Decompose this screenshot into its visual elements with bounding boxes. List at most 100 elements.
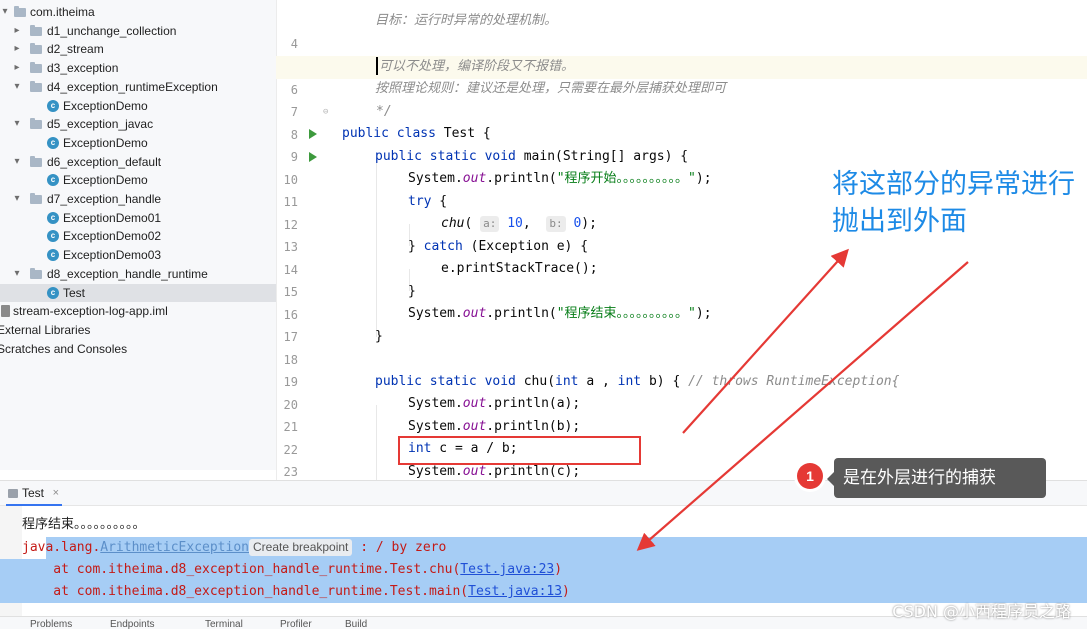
tree-item-label: d1_unchange_collection	[47, 23, 177, 38]
run-main-icon[interactable]	[309, 152, 317, 162]
chevron-right-icon[interactable]: ▸	[12, 59, 22, 78]
chevron-down-icon[interactable]: ▾	[12, 115, 22, 134]
tool-button-terminal[interactable]: Terminal	[205, 619, 243, 629]
parameter-hint: a:	[480, 216, 500, 232]
code-token: .println(c);	[486, 464, 581, 479]
print-a-statement: System.out.println(a);	[408, 393, 580, 416]
tree-item-class[interactable]: c ExceptionDemo03	[0, 246, 276, 265]
code-token: System.	[408, 419, 463, 434]
chevron-down-icon[interactable]: ▾	[12, 190, 22, 209]
package-icon	[30, 267, 42, 279]
chevron-right-icon[interactable]: ▸	[12, 40, 22, 59]
tree-item-iml-file[interactable]: stream-exception-log-app.iml	[0, 302, 276, 321]
tree-item-label: d2_stream	[47, 42, 104, 57]
closing-brace: }	[408, 284, 416, 299]
tree-item-class[interactable]: c ExceptionDemo	[0, 97, 276, 116]
code-token: out	[462, 419, 487, 434]
tree-item-com-itheima[interactable]: ▾ com.itheima	[0, 3, 276, 22]
fold-icon[interactable]: ⊖	[323, 101, 328, 124]
error-message: : / by zero	[352, 540, 447, 555]
code-editor[interactable]: 4 目标：运行时异常的处理机制。 5 6 可以不处理，编译阶段又不报错。 7 按…	[276, 0, 1087, 480]
code-token: out	[462, 306, 487, 321]
keyword: int	[617, 374, 642, 389]
code-line-20[interactable]: 20 public static void chu(int a , int b)…	[276, 371, 1087, 412]
comment-line-7: 按照理论规则：建议还是处理，只需要在最外层捕获处理即可	[375, 81, 727, 96]
tree-item-external-libraries[interactable]: External Libraries	[0, 321, 276, 340]
source-link[interactable]: Test.java:23	[460, 562, 554, 577]
code-line-17[interactable]: 17 System.out.println("程序结束。。。。。。。。。。");	[276, 303, 1087, 344]
chevron-down-icon[interactable]: ▾	[12, 153, 22, 172]
tool-button-problems[interactable]: Problems	[30, 619, 72, 629]
code-line-16[interactable]: 16 }	[276, 281, 1087, 322]
tree-item-label: d7_exception_handle	[47, 192, 162, 206]
tree-item-d4[interactable]: ▾ d4_exception_runtimeException	[0, 78, 276, 97]
error-text: java.lang.	[22, 540, 101, 555]
method-signature: main(String[] args) {	[515, 149, 689, 164]
tree-item-class[interactable]: c ExceptionDemo01	[0, 209, 276, 228]
tree-item-label: d8_exception_handle_runtime	[47, 266, 208, 281]
method-name: chu(	[515, 374, 556, 389]
stack-trace-line: at com.itheima.d8_exception_handle_runti…	[22, 581, 570, 603]
chevron-right-icon[interactable]: ▸	[12, 22, 22, 41]
tree-item-label: d3_exception	[47, 61, 119, 76]
tree-item-class[interactable]: c ExceptionDemo	[0, 134, 276, 153]
code-token: a ,	[578, 374, 618, 389]
class-declaration: public class Test {	[342, 123, 491, 146]
catch-statement: } catch (Exception e) {	[408, 236, 588, 259]
tooltip-pointer	[827, 472, 834, 486]
try-statement: try {	[408, 191, 447, 214]
run-class-icon[interactable]	[309, 129, 317, 139]
tab-run-test[interactable]: Test ×	[6, 481, 63, 506]
package-icon	[30, 43, 42, 55]
tool-button-build[interactable]: Build	[345, 619, 367, 629]
tree-item-d2[interactable]: ▸ d2_stream	[0, 40, 276, 59]
chu-call-statement: chu( a: 10, b: 0);	[441, 216, 597, 232]
code-line-9[interactable]: 9 public class Test {	[276, 123, 1087, 164]
tree-item-class[interactable]: c ExceptionDemo02	[0, 227, 276, 246]
tree-item-class[interactable]: c ExceptionDemo	[0, 171, 276, 190]
code-line-18[interactable]: 18 }	[276, 326, 1087, 367]
chevron-down-icon[interactable]: ▾	[12, 78, 22, 97]
keyword: public static void	[375, 149, 516, 164]
chevron-down-icon[interactable]: ▾	[12, 265, 22, 284]
code-line-19[interactable]: 19	[276, 348, 1087, 389]
print-start-statement: System.out.println("程序开始。。。。。。。。。。");	[408, 168, 712, 191]
highlight-box	[398, 436, 641, 465]
code-token: .println(b);	[486, 419, 581, 434]
tool-button-endpoints[interactable]: Endpoints	[110, 619, 154, 629]
code-line-4[interactable]: 4 目标：运行时异常的处理机制。	[276, 10, 1087, 51]
comment-line-6: 可以不处理，编译阶段又不报错。	[379, 59, 575, 74]
tool-button-profiler[interactable]: Profiler	[280, 619, 312, 629]
code-line-21[interactable]: 21 System.out.println(a);	[276, 393, 1087, 434]
exception-class-link[interactable]: ArithmeticException	[100, 540, 249, 555]
tree-item-d7[interactable]: ▾ d7_exception_handle	[0, 190, 276, 209]
code-line-15[interactable]: 15 e.printStackTrace();	[276, 258, 1087, 299]
create-breakpoint-button[interactable]: Create breakpoint	[249, 539, 353, 556]
tree-item-scratches[interactable]: Scratches and Consoles	[0, 340, 276, 359]
code-token: .println(	[486, 171, 557, 186]
number-literal: 10	[507, 216, 523, 231]
code-line-8[interactable]: 8 ⊖ */	[276, 101, 1087, 142]
print-end-statement: System.out.println("程序结束。。。。。。。。。。");	[408, 303, 712, 326]
tree-item-test-selected[interactable]: c Test	[0, 283, 276, 303]
java-class-icon: c	[47, 249, 59, 262]
code-line-5[interactable]: 5	[276, 33, 1087, 74]
chevron-down-icon[interactable]: ▾	[0, 3, 10, 22]
code-token: out	[462, 464, 487, 479]
tree-item-d6[interactable]: ▾ d6_exception_default	[0, 153, 276, 172]
code-line-7[interactable]: 7 按照理论规则：建议还是处理，只需要在最外层捕获处理即可	[276, 78, 1087, 119]
code-token: {	[431, 194, 448, 209]
tree-item-d8[interactable]: ▾ d8_exception_handle_runtime	[0, 265, 276, 284]
code-line-6[interactable]: 6 可以不处理，编译阶段又不报错。	[276, 56, 1087, 97]
run-console-icon	[8, 489, 18, 498]
tree-item-label: External Libraries	[0, 322, 91, 337]
tree-item-d1[interactable]: ▸ d1_unchange_collection	[0, 22, 276, 41]
tree-item-label: ExceptionDemo	[63, 135, 148, 150]
close-icon[interactable]: ×	[53, 481, 59, 506]
code-token: .println(	[486, 306, 557, 321]
tree-item-d3[interactable]: ▸ d3_exception	[0, 59, 276, 78]
tree-item-d5[interactable]: ▾ d5_exception_javac	[0, 115, 276, 134]
code-token: System.	[408, 396, 463, 411]
source-link[interactable]: Test.java:13	[468, 584, 562, 599]
package-icon	[30, 24, 42, 36]
